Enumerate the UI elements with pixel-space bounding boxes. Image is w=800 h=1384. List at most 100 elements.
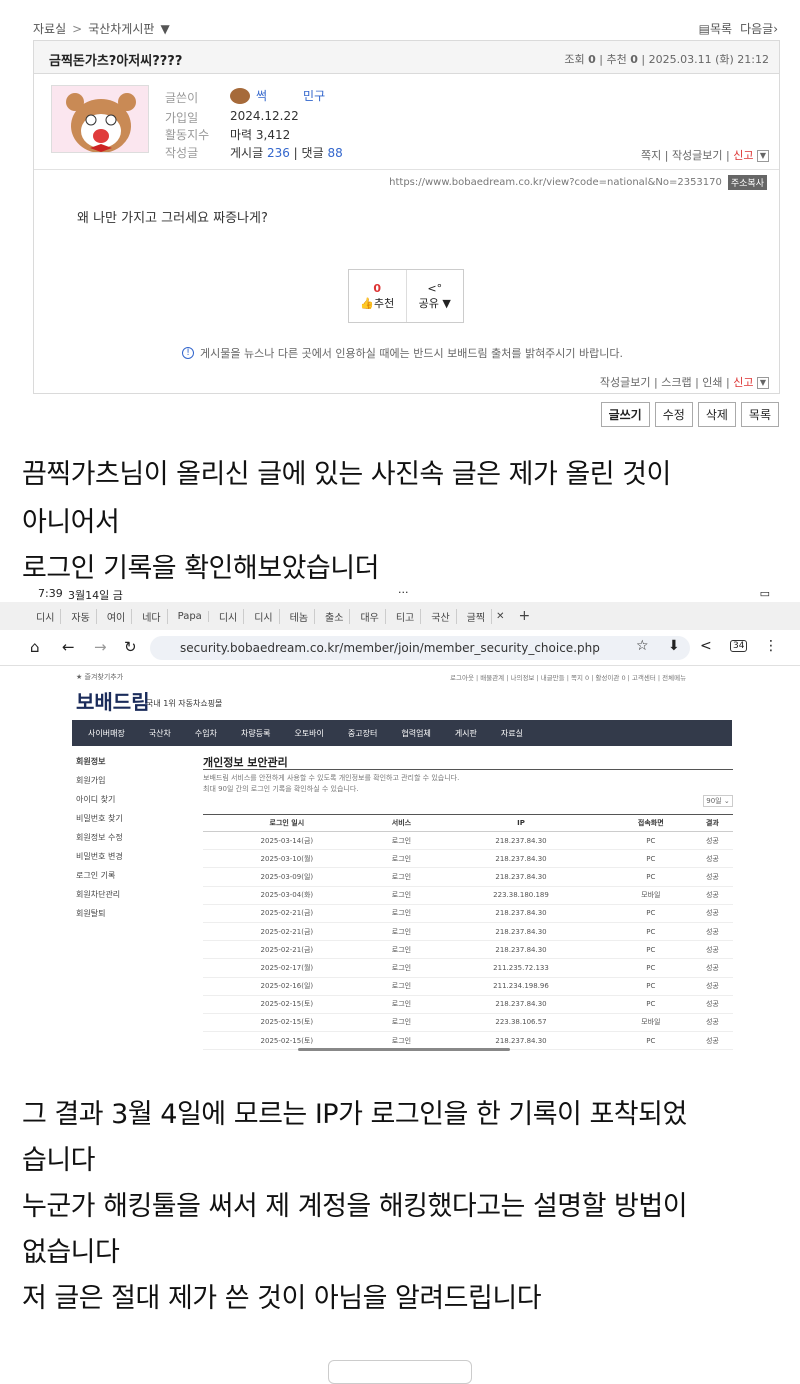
- share-icon[interactable]: <: [700, 638, 712, 654]
- table-cell: 218.237.84.30: [432, 831, 610, 851]
- activity-label: 활동지수: [165, 128, 210, 142]
- next-post-link[interactable]: 다음글›: [740, 20, 778, 37]
- sidebar-item[interactable]: 비밀번호 찾기: [76, 813, 186, 832]
- sidebar-item[interactable]: 로그인 기록: [76, 870, 186, 889]
- browser-tab[interactable]: 글찍: [461, 608, 493, 624]
- browser-tab[interactable]: 디시: [213, 608, 245, 624]
- table-cell: 223.38.106.57: [432, 1013, 610, 1033]
- browser-tab[interactable]: 테놈: [284, 608, 316, 624]
- browser-tab[interactable]: 디시: [30, 608, 62, 624]
- dropdown-arrow-icon[interactable]: ▼: [160, 22, 169, 36]
- nav-item[interactable]: 게시판: [455, 728, 477, 739]
- table-cell: 2025-02-15(토): [203, 1013, 371, 1033]
- table-cell: 218.237.84.30: [432, 995, 610, 1014]
- new-tab-icon[interactable]: +: [518, 608, 530, 624]
- tab-count[interactable]: 34: [730, 640, 748, 652]
- table-cell: 2025-03-04(화): [203, 886, 371, 905]
- table-cell: 218.237.84.30: [432, 940, 610, 960]
- nav-item[interactable]: 협력업체: [401, 728, 430, 739]
- author-label: 글쓴이: [165, 91, 199, 105]
- writings-label: 작성글: [165, 146, 199, 160]
- download-icon[interactable]: ⬇: [668, 638, 680, 654]
- table-cell: 로그인: [370, 940, 433, 960]
- user-avatar-icon: [230, 87, 250, 104]
- table-cell: 성공: [691, 1013, 733, 1033]
- home-icon[interactable]: ⌂: [30, 638, 40, 656]
- browser-tab[interactable]: 자동: [65, 608, 97, 624]
- table-row: 2025-03-04(화) 로그인 223.38.180.189 모바일 성공: [203, 886, 733, 905]
- sidebar-item[interactable]: 회원정보 수정: [76, 832, 186, 851]
- table-cell: 로그인: [370, 1013, 433, 1033]
- edit-button[interactable]: 수정: [654, 402, 693, 427]
- author[interactable]: 썩 민구: [230, 87, 325, 104]
- bookmark-link[interactable]: ★ 즐겨찾기추가: [76, 672, 123, 682]
- more-button[interactable]: [328, 1360, 472, 1384]
- browser-tab[interactable]: 여이: [101, 608, 133, 624]
- back-arrow-icon[interactable]: ←: [62, 638, 75, 656]
- list-link[interactable]: ▤목록: [699, 20, 732, 37]
- table-row: 2025-02-17(월) 로그인 211.235.72.133 PC 성공: [203, 958, 733, 978]
- joined-label: 가입일: [165, 111, 199, 125]
- copy-url-button[interactable]: 주소복사: [727, 175, 767, 190]
- writings-count: 게시글 236 | 댓글 88: [230, 146, 343, 160]
- scrollbar[interactable]: [298, 1048, 510, 1051]
- forward-arrow-icon[interactable]: →: [94, 638, 107, 656]
- column-header: 서비스: [370, 814, 433, 832]
- nav-item[interactable]: 중고장터: [348, 728, 377, 739]
- recommend-share-box: 0 👍추천 <° 공유 ▼: [348, 269, 464, 323]
- site-nav: 사이버매장 국산차 수입차 차량등록 오토바이 중고장터 협력업체 게시판 자료…: [72, 720, 732, 746]
- breadcrumb-current[interactable]: 국산차게시판: [88, 20, 154, 37]
- browser-tab[interactable]: 출소: [319, 608, 351, 624]
- status-bar: 7:39 3월14일 금 ··· ▭: [0, 586, 800, 602]
- dropdown-icon[interactable]: ▼: [757, 150, 769, 162]
- browser-tab[interactable]: 네다: [136, 608, 168, 624]
- text-line: 끔찍가츠님이 올리신 글에 있는 사진속 글은 제가 올린 것이: [22, 459, 671, 490]
- site-top-links[interactable]: 로그아웃 | 배물관계 | 나의정보 | 내글만들 | 쪽지 0 | 활성이관 …: [450, 672, 686, 682]
- nav-item[interactable]: 자료실: [501, 728, 523, 739]
- menu-icon[interactable]: ⋮: [764, 638, 778, 654]
- share-button[interactable]: <° 공유 ▼: [407, 270, 464, 322]
- period-select[interactable]: 90일 ⌄: [703, 795, 733, 807]
- list-button[interactable]: 목록: [740, 402, 779, 427]
- browser-tab[interactable]: 티고: [390, 608, 422, 624]
- delete-button[interactable]: 삭제: [697, 402, 736, 427]
- table-cell: 모바일: [609, 886, 692, 905]
- table-row: 2025-02-21(금) 로그인 218.237.84.30 PC 성공: [203, 904, 733, 923]
- nav-item[interactable]: 차량등록: [241, 728, 270, 739]
- share-icon: <°: [427, 281, 443, 295]
- text-line: 그 결과 3월 4일에 모르는 IP가 로그인을 한 기록이 포착되었: [22, 1099, 687, 1130]
- notice: ! 게시물을 뉴스나 다른 곳에서 인용하실 때에는 반드시 보배드림 출처를 …: [182, 345, 623, 361]
- nav-item[interactable]: 사이버매장: [88, 728, 125, 739]
- nav-item[interactable]: 국산차: [149, 728, 171, 739]
- recommend-button[interactable]: 0 👍추천: [349, 270, 407, 322]
- nav-item[interactable]: 수입차: [195, 728, 217, 739]
- sidebar-item[interactable]: 회원가입: [76, 775, 186, 794]
- breadcrumb-root[interactable]: 자료실: [33, 20, 66, 37]
- sidebar-item[interactable]: 아이디 찾기: [76, 794, 186, 813]
- column-header: IP: [432, 814, 610, 832]
- close-tab-icon[interactable]: ✕: [496, 611, 504, 622]
- sidebar-item[interactable]: 회원차단관리: [76, 889, 186, 908]
- site-logo[interactable]: 보배드림: [76, 686, 150, 715]
- url-field[interactable]: security.bobaedream.co.kr/member/join/me…: [150, 636, 690, 660]
- table-cell: 로그인: [370, 886, 433, 905]
- sidebar-item[interactable]: 비밀번호 변경: [76, 851, 186, 870]
- table-row: 2025-02-21(금) 로그인 218.237.84.30 PC 성공: [203, 922, 733, 942]
- post-container: 금찍돈가츠?아저씨???? 조회 0 | 추천 0 | 2025.03.11 (…: [33, 40, 780, 394]
- dropdown-icon[interactable]: ▼: [757, 377, 769, 389]
- write-button[interactable]: 글쓰기: [600, 402, 650, 427]
- nav-item[interactable]: 오토바이: [294, 728, 323, 739]
- column-header: 결과: [691, 814, 733, 832]
- star-icon[interactable]: ☆: [636, 638, 649, 654]
- sidebar-item[interactable]: 회원탈퇴: [76, 908, 186, 927]
- table-row: 2025-02-16(일) 로그인 211.234.198.96 PC 성공: [203, 977, 733, 996]
- table-cell: 성공: [691, 831, 733, 851]
- browser-tab[interactable]: 국산: [425, 608, 457, 624]
- reload-icon[interactable]: ↻: [124, 638, 137, 656]
- breadcrumb: 자료실 > 국산차게시판 ▼: [33, 20, 170, 37]
- table-row: 2025-02-21(금) 로그인 218.237.84.30 PC 성공: [203, 940, 733, 960]
- browser-tab[interactable]: 대우: [354, 608, 386, 624]
- browser-tab[interactable]: Papa: [172, 610, 209, 622]
- more-icon: ···: [398, 586, 409, 599]
- browser-tab[interactable]: 디시: [248, 608, 280, 624]
